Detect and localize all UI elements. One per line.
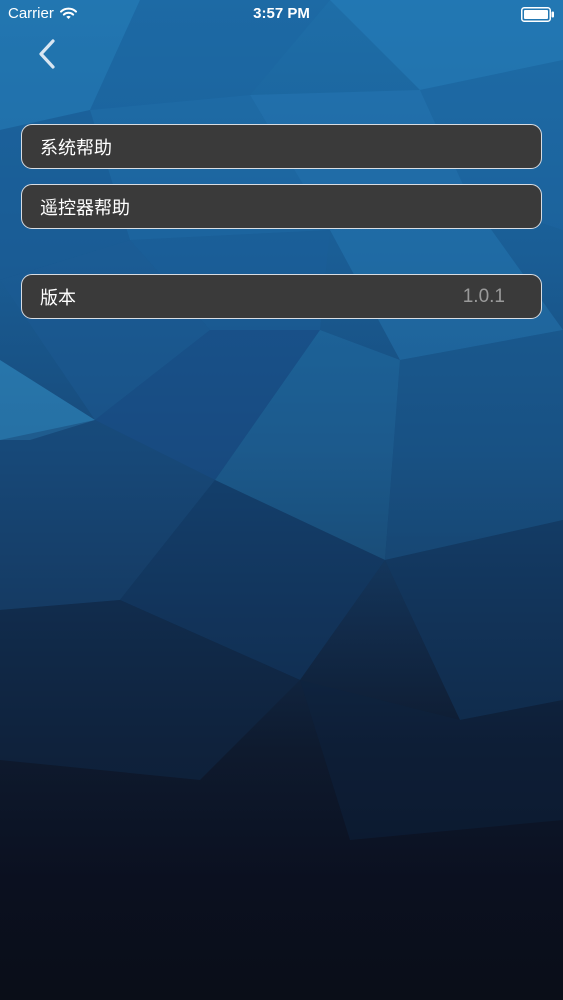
back-button[interactable]: [30, 36, 64, 72]
version-value: 1.0.1: [462, 285, 505, 307]
remote-help-label: 遥控器帮助: [40, 197, 130, 219]
status-bar: Carrier 3:57 PM: [0, 0, 563, 30]
system-help-item[interactable]: 系统帮助: [21, 124, 542, 169]
settings-screen: Carrier 3:57 PM 系统帮助 遥控器帮助 版本 1.0.1: [0, 0, 563, 1000]
system-help-label: 系统帮助: [40, 137, 112, 159]
remote-help-item[interactable]: 遥控器帮助: [21, 184, 542, 229]
battery-icon: [521, 7, 555, 22]
status-time: 3:57 PM: [253, 5, 310, 22]
chevron-left-icon: [39, 39, 55, 69]
version-item: 版本 1.0.1: [21, 274, 542, 319]
version-label: 版本: [40, 287, 76, 309]
